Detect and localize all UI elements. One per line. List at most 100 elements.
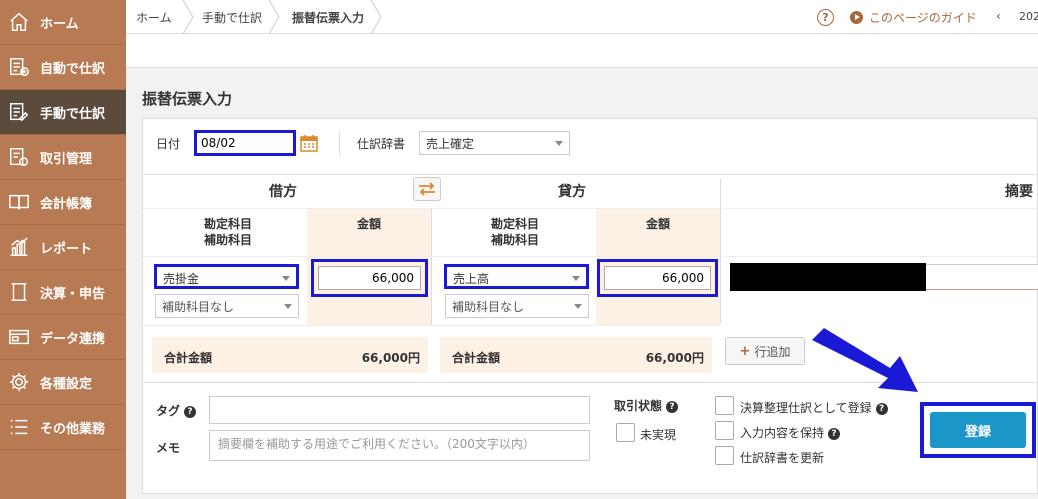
sidebar-item-data-link[interactable]: データ連携: [0, 315, 126, 360]
plus-icon: +: [739, 343, 751, 359]
sidebar-item-other[interactable]: その他業務: [0, 405, 126, 450]
memo-input-continuation[interactable]: [926, 264, 1038, 290]
sidebar-item-label: 各種設定: [40, 376, 93, 392]
closing-entry-label-text: 決算整理仕訳として登録: [740, 401, 872, 415]
sidebar-item-transactions[interactable]: 取引管理: [0, 135, 126, 180]
chevron-down-icon: [574, 304, 582, 309]
page-title: 振替伝票入力: [142, 90, 233, 108]
sidebar-item-label: その他業務: [40, 421, 106, 437]
sidebar: ホーム 自動で仕訳 手動で仕訳 取引管理 会計帳簿 レポート 決算・申告 データ…: [0, 0, 126, 499]
play-guide-icon[interactable]: [850, 11, 863, 24]
sub-account-header-line: 補助科目: [490, 233, 539, 247]
debit-sub-account-select[interactable]: 補助科目なし: [155, 294, 299, 318]
credit-amount-header: 金額: [645, 217, 670, 231]
sidebar-item-ledger[interactable]: 会計帳簿: [0, 180, 126, 225]
credit-header: 貸方: [558, 184, 586, 200]
period-label: 202: [1019, 10, 1038, 23]
list-icon: [6, 414, 32, 440]
unrealized-checkbox[interactable]: [616, 423, 635, 442]
closing-entry-checkbox[interactable]: [715, 396, 734, 415]
sidebar-item-filing[interactable]: 決算・申告: [0, 270, 126, 315]
sidebar-item-label: 会計帳簿: [40, 196, 93, 212]
breadcrumb-separator-icon: [369, 0, 383, 35]
sidebar-item-label: ホーム: [40, 16, 79, 32]
tag-label: タグ?: [156, 402, 197, 419]
sub-account-header-line: 補助科目: [203, 233, 252, 247]
sidebar-item-auto-journal[interactable]: 自動で仕訳: [0, 45, 126, 90]
tag-label-text: タグ: [156, 404, 181, 418]
breadcrumb-separator-icon: [267, 0, 281, 35]
credit-total-value: 66,000円: [645, 351, 704, 365]
update-dictionary-checkbox[interactable]: [715, 446, 734, 465]
divider: [143, 325, 720, 326]
sidebar-item-manual-journal[interactable]: 手動で仕訳: [0, 90, 126, 135]
auto-journal-icon: [6, 54, 32, 80]
memo-textarea[interactable]: 摘要欄を補助する用途でご利用ください。（200文字以内）: [209, 430, 590, 461]
credit-sub-account-value: 補助科目なし: [452, 300, 525, 314]
calendar-icon[interactable]: [300, 134, 318, 152]
debit-total-value: 66,000円: [361, 351, 420, 365]
memo-redacted-input[interactable]: [730, 263, 926, 291]
debit-header: 借方: [269, 184, 297, 200]
dictionary-select-value: 売上確定: [426, 137, 475, 151]
keep-input-label: 入力内容を保持?: [740, 424, 841, 441]
chevron-left-icon[interactable]: ‹: [996, 9, 1001, 23]
divider: [339, 131, 340, 155]
sidebar-item-label: 決算・申告: [40, 286, 106, 302]
sidebar-item-report[interactable]: レポート: [0, 225, 126, 270]
sidebar-item-home[interactable]: ホーム: [0, 0, 126, 45]
credit-amount-input[interactable]: [604, 266, 711, 290]
account-header-line: 勘定科目: [490, 217, 539, 231]
debit-amount-highlight: [311, 259, 428, 297]
date-label: 日付: [156, 137, 181, 151]
update-dictionary-label: 仕訳辞書を更新: [740, 451, 825, 465]
debit-account-select[interactable]: 売掛金: [154, 264, 299, 289]
gear-icon: [6, 369, 32, 395]
debit-total-label: 合計金額: [164, 351, 213, 365]
dictionary-select[interactable]: 売上確定: [419, 131, 570, 155]
divider: [143, 174, 1038, 175]
debit-amount-header: 金額: [356, 217, 381, 231]
closing-entry-label: 決算整理仕訳として登録?: [740, 399, 888, 416]
filing-icon: [6, 279, 32, 305]
credit-sub-account-select[interactable]: 補助科目なし: [445, 294, 589, 318]
debit-amount-input[interactable]: [318, 266, 421, 290]
help-icon[interactable]: ?: [184, 405, 197, 418]
breadcrumb-home[interactable]: ホーム: [136, 0, 172, 34]
divider: [143, 256, 1038, 257]
credit-amount-highlight: [597, 259, 718, 297]
keep-input-label-text: 入力内容を保持: [740, 426, 825, 440]
data-link-icon: [6, 324, 32, 350]
report-chart-icon: [6, 234, 32, 260]
date-input[interactable]: [194, 130, 296, 156]
ledger-book-icon: [6, 189, 32, 215]
sidebar-item-label: 自動で仕訳: [40, 61, 106, 77]
sidebar-item-label: データ連携: [40, 331, 106, 347]
register-button[interactable]: 登録: [930, 412, 1026, 448]
manual-journal-icon: [6, 99, 32, 125]
transaction-icon: [6, 144, 32, 170]
swap-debit-credit-button[interactable]: [413, 177, 441, 201]
help-icon[interactable]: ?: [817, 9, 834, 26]
help-icon[interactable]: ?: [875, 402, 888, 415]
debit-total-box: 合計金額 66,000円: [152, 337, 428, 373]
add-row-button[interactable]: + 行追加: [725, 337, 805, 365]
journal-entry-panel: 日付 仕訳辞書 売上確定 借方 貸方 摘要 勘定科目 補助科目 金額 勘定科目 …: [142, 118, 1038, 494]
debit-account-header: 勘定科目 補助科目: [163, 216, 293, 248]
memo-header: 摘要: [1005, 184, 1033, 200]
keep-input-checkbox[interactable]: [715, 421, 734, 440]
breadcrumb-manual-journal[interactable]: 手動で仕訳: [202, 0, 262, 34]
memo-placeholder: 摘要欄を補助する用途でご利用ください。（200文字以内）: [218, 437, 535, 451]
credit-account-header: 勘定科目 補助科目: [450, 216, 580, 248]
add-row-label: 行追加: [754, 344, 791, 359]
help-icon[interactable]: ?: [828, 427, 841, 440]
annotation-arrow-icon: [812, 328, 918, 392]
help-icon[interactable]: ?: [666, 400, 679, 413]
page-guide-link[interactable]: このページのガイド: [869, 9, 977, 26]
credit-account-select[interactable]: 売上高: [444, 264, 589, 289]
chevron-down-icon: [572, 276, 580, 281]
tag-input[interactable]: [209, 396, 590, 424]
chevron-down-icon: [284, 304, 292, 309]
status-label-text: 取引状態: [614, 399, 663, 413]
sidebar-item-settings[interactable]: 各種設定: [0, 360, 126, 405]
